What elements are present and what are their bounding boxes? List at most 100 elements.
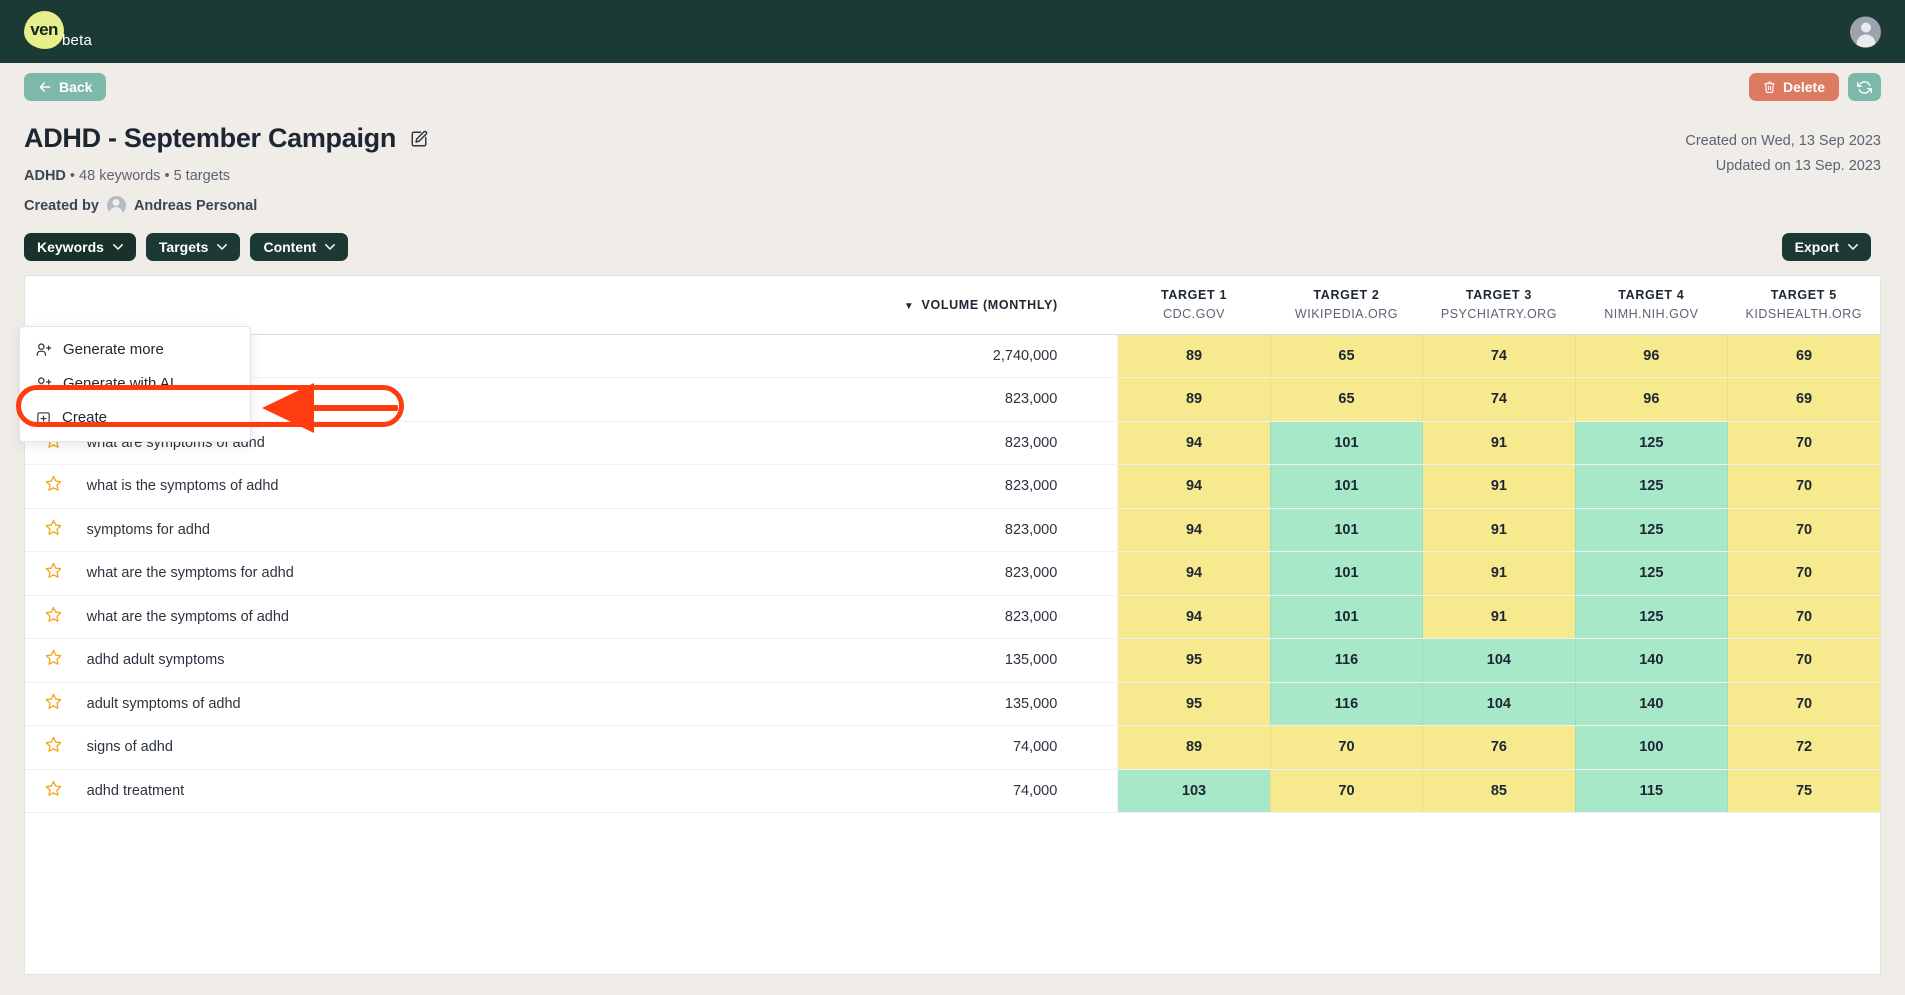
column-header-target-2[interactable]: TARGET 2 WIKIPEDIA.ORG xyxy=(1270,276,1423,335)
keywords-dropdown-menu[interactable]: Generate more Generate with AI Create xyxy=(19,326,251,442)
refresh-icon xyxy=(1857,80,1872,94)
star-icon[interactable] xyxy=(45,562,62,579)
star-icon[interactable] xyxy=(45,519,62,536)
filters-toolbar: Keywords Targets Content Export xyxy=(0,215,1905,261)
logo-text: ven xyxy=(30,19,58,39)
chevron-down-icon xyxy=(1848,242,1858,253)
row-favorite-toggle[interactable] xyxy=(25,682,83,726)
row-favorite-toggle[interactable] xyxy=(25,725,83,770)
menu-item-generate-more[interactable]: Generate more xyxy=(20,333,250,367)
row-favorite-toggle[interactable] xyxy=(25,638,83,683)
avatar-head-icon xyxy=(1860,22,1871,32)
row-volume-cell: 823,000 xyxy=(762,377,1118,422)
table-row[interactable]: adhd treatment 74,000 103 70 85 115 75 xyxy=(25,769,1880,813)
row-target-5-score-cell: 70 xyxy=(1727,595,1880,639)
export-dropdown-button[interactable]: Export xyxy=(1781,233,1871,261)
row-target-4-score-cell: 96 xyxy=(1574,334,1728,378)
star-icon[interactable] xyxy=(45,736,62,753)
table-row[interactable]: signs of adhd 74,000 89 70 76 100 72 xyxy=(25,725,1880,770)
star-icon[interactable] xyxy=(45,475,62,492)
target-2-domain: WIKIPEDIA.ORG xyxy=(1294,307,1398,322)
menu-item-create[interactable]: Create xyxy=(20,401,250,435)
row-target-2-score-cell: 65 xyxy=(1269,334,1423,378)
content-dropdown-label: Content xyxy=(263,239,317,255)
menu-item-generate-with-ai[interactable]: Generate with AI xyxy=(20,367,250,401)
star-icon[interactable] xyxy=(45,649,62,666)
star-icon[interactable] xyxy=(45,693,62,710)
meta-keywords-count: 48 keywords xyxy=(79,168,161,184)
title-row: ADHD - September Campaign xyxy=(24,123,1881,154)
table-row[interactable]: adhd adult symptoms 135,000 95 116 104 140 70 xyxy=(25,638,1880,683)
target-5-domain: KIDSHEALTH.ORG xyxy=(1745,307,1863,322)
refresh-button[interactable] xyxy=(1848,73,1881,101)
meta-sep-1: • xyxy=(69,168,75,184)
creator-avatar-body-icon xyxy=(109,207,123,215)
table-row[interactable]: what is the symptoms of adhd 823,000 94 101… xyxy=(25,464,1880,509)
table-row[interactable]: what are symptoms of adhd 823,000 94 101 91 1… xyxy=(25,421,1880,465)
table-header-row: ▼ VOLUME (MONTHLY) TARGET 1 CDC.GOV TARGE… xyxy=(25,276,1880,335)
back-button[interactable]: Back xyxy=(24,73,107,101)
row-target-2-score-cell: 101 xyxy=(1269,421,1423,465)
creator-name: Andreas Personal xyxy=(133,197,258,214)
content-dropdown-button[interactable]: Content xyxy=(250,233,349,261)
action-bar: Back Delete xyxy=(0,63,1905,111)
row-target-2-score-cell: 116 xyxy=(1269,682,1423,726)
row-favorite-toggle[interactable] xyxy=(25,508,83,552)
table-row[interactable]: adult symptoms of adhd 135,000 95 116 104 140… xyxy=(25,682,1880,726)
keywords-dropdown-button[interactable]: Keywords xyxy=(24,233,136,261)
row-volume-cell: 823,000 xyxy=(762,464,1118,509)
menu-item-generate-more-label: Generate more xyxy=(63,341,164,358)
row-favorite-toggle[interactable] xyxy=(25,769,83,813)
row-target-1-score-cell: 94 xyxy=(1117,508,1271,552)
row-target-3-score-cell: 74 xyxy=(1422,377,1576,422)
table-row[interactable]: what are the symptoms of adhd 823,000 94 10… xyxy=(25,595,1880,639)
column-header-volume[interactable]: ▼ VOLUME (MONTHLY) xyxy=(762,276,1118,335)
row-target-4-score-cell: 115 xyxy=(1574,769,1728,813)
row-keyword-cell: what are the symptoms of adhd xyxy=(82,595,763,639)
row-target-1-score-cell: 94 xyxy=(1117,421,1271,465)
row-target-5-score-cell: 70 xyxy=(1727,638,1880,683)
menu-item-create-label: Create xyxy=(62,409,108,426)
row-target-1-score-cell: 95 xyxy=(1117,638,1271,683)
target-1-domain: CDC.GOV xyxy=(1163,307,1225,322)
star-icon[interactable] xyxy=(45,780,62,797)
table-row[interactable]: symptons of adhd823,0008965749669 xyxy=(25,377,1880,422)
table-row[interactable]: symptoms for adhd 823,000 94 101 91 125 70 xyxy=(25,508,1880,552)
row-target-1-score-cell: 95 xyxy=(1117,682,1271,726)
row-target-5-score-cell: 72 xyxy=(1727,725,1880,770)
row-favorite-toggle[interactable] xyxy=(25,551,83,596)
row-volume-cell: 823,000 xyxy=(762,551,1118,596)
row-target-4-score-cell: 125 xyxy=(1574,508,1728,552)
row-volume-cell: 823,000 xyxy=(762,421,1118,465)
row-target-3-score-cell: 91 xyxy=(1422,551,1576,596)
row-target-5-score-cell: 70 xyxy=(1727,421,1880,465)
row-target-4-score-cell: 96 xyxy=(1574,377,1728,422)
row-favorite-toggle[interactable] xyxy=(25,464,83,509)
table-row[interactable]: what are the symptoms for adhd 823,000 94 1… xyxy=(25,551,1880,596)
row-target-3-score-cell: 91 xyxy=(1422,508,1576,552)
row-volume-cell: 74,000 xyxy=(762,769,1118,813)
meta-targets-count: 5 targets xyxy=(173,168,230,184)
column-header-target-3[interactable]: TARGET 3 PSYCHIATRY.ORG xyxy=(1422,276,1576,335)
row-target-3-score-cell: 74 xyxy=(1422,334,1576,378)
row-volume-cell: 823,000 xyxy=(762,508,1118,552)
row-keyword-cell: adhd adult symptoms xyxy=(82,638,763,683)
targets-dropdown-button[interactable]: Targets xyxy=(145,233,241,261)
table-header: ▼ VOLUME (MONTHLY) TARGET 1 CDC.GOV TARGE… xyxy=(25,276,1880,335)
keywords-table-container[interactable]: ▼ VOLUME (MONTHLY) TARGET 1 CDC.GOV TARGE… xyxy=(24,275,1881,975)
row-keyword-cell: what are the symptoms for adhd xyxy=(82,551,763,596)
app-logo[interactable]: ven beta xyxy=(24,10,96,51)
column-header-target-1[interactable]: TARGET 1 CDC.GOV xyxy=(1117,276,1271,335)
delete-button[interactable]: Delete xyxy=(1748,73,1839,101)
row-target-3-score-cell: 91 xyxy=(1422,464,1576,509)
export-dropdown-label: Export xyxy=(1794,239,1839,255)
top-navigation-bar: ven beta xyxy=(0,0,1905,63)
star-icon[interactable] xyxy=(45,606,62,623)
user-avatar[interactable] xyxy=(1850,16,1881,47)
table-row[interactable]: 2,740,000 89 65 74 96 69 xyxy=(25,334,1880,378)
column-header-target-4[interactable]: TARGET 4 NIMH.NIH.GOV xyxy=(1575,276,1728,335)
row-favorite-toggle[interactable] xyxy=(25,595,83,639)
edit-pencil-icon[interactable] xyxy=(410,130,428,148)
row-target-4-score-cell: 140 xyxy=(1574,682,1728,726)
column-header-target-5[interactable]: TARGET 5 KIDSHEALTH.ORG xyxy=(1727,276,1880,335)
